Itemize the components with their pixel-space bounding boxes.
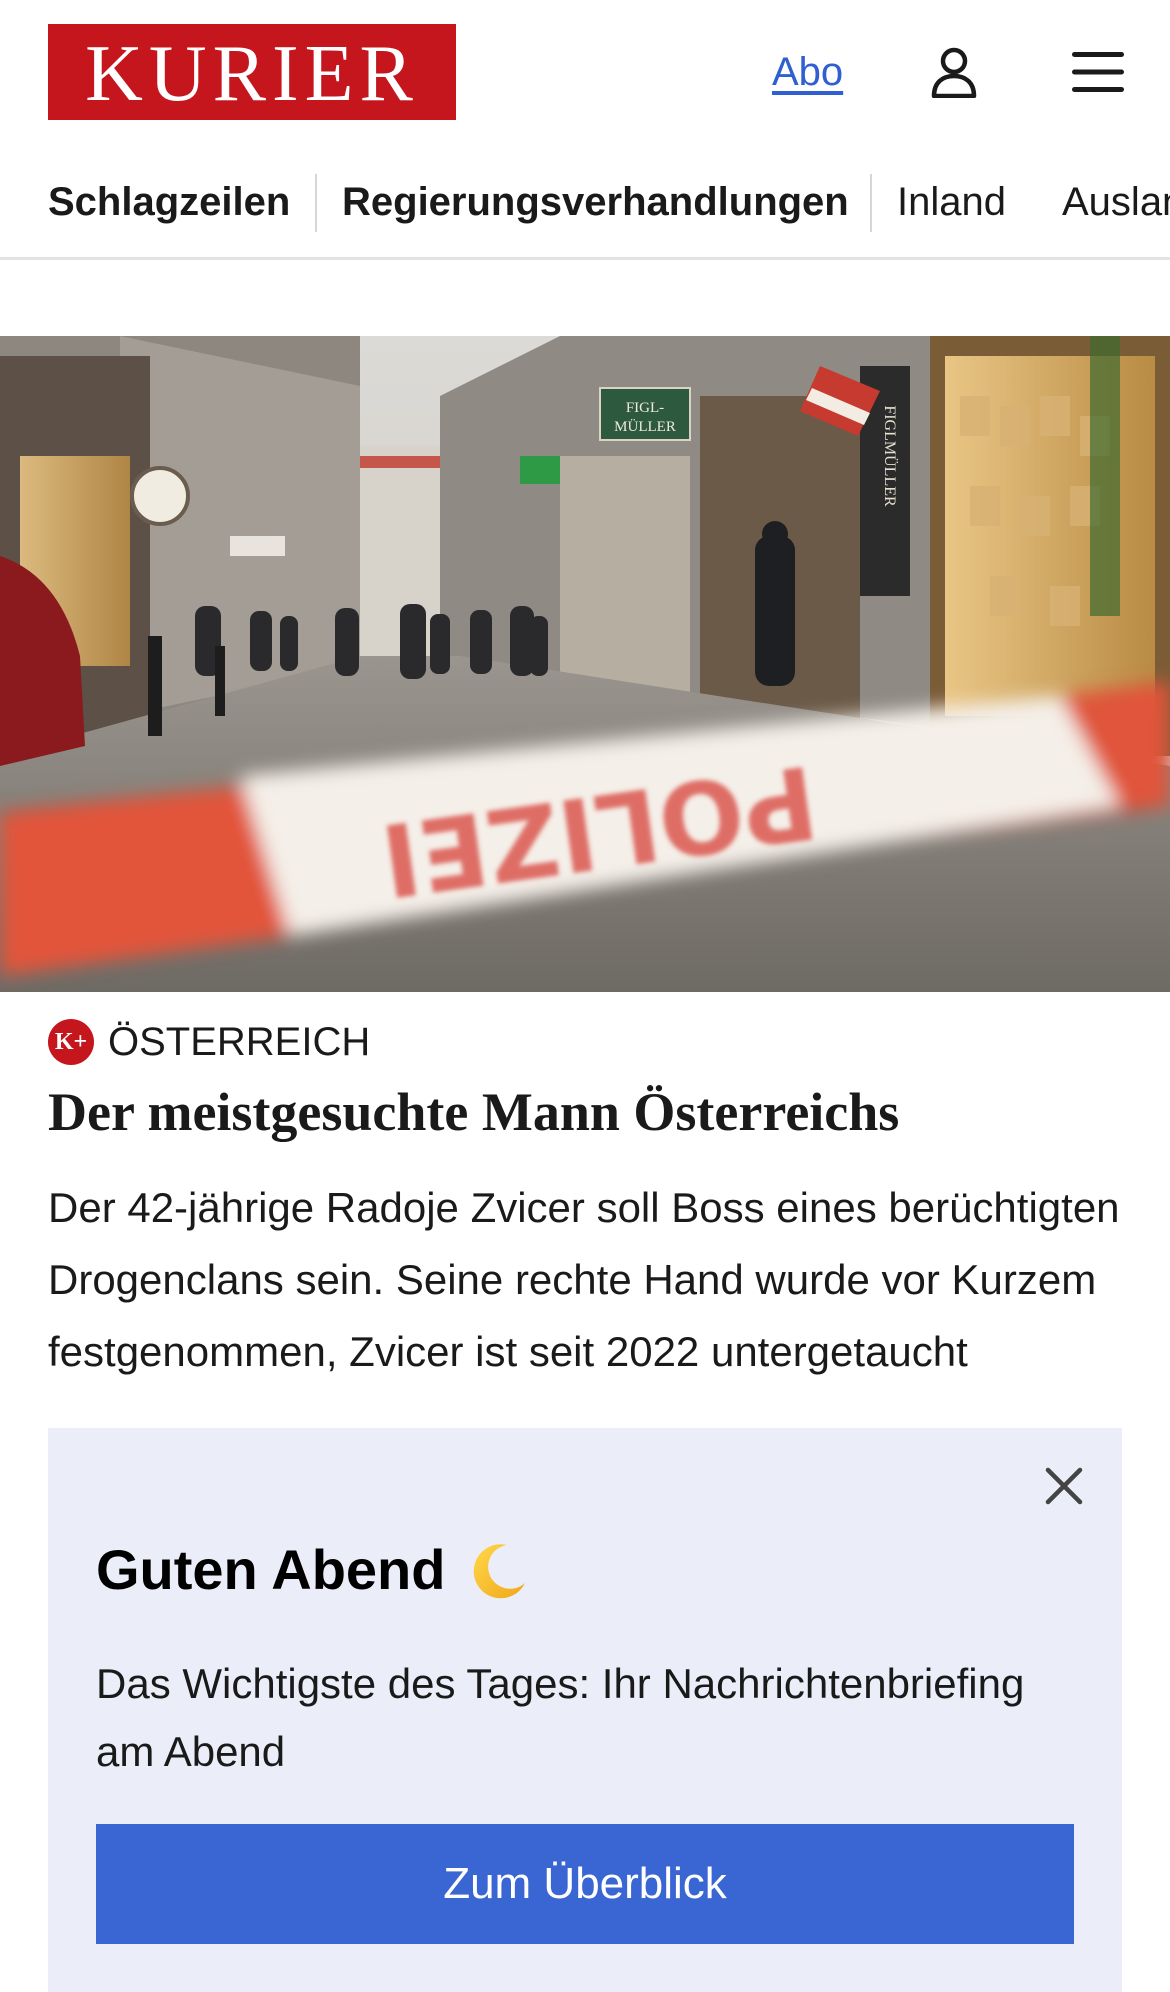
nav-item-ausland[interactable]: Ausland — [1062, 178, 1170, 226]
hamburger-menu-icon[interactable] — [1072, 50, 1124, 94]
svg-text:FIGL-: FIGL- — [626, 400, 664, 416]
svg-text:MÜLLER: MÜLLER — [614, 418, 676, 435]
nav-separator — [870, 174, 872, 232]
article-teaser[interactable]: Der 42-jährige Radoje Zvicer soll Boss e… — [48, 1172, 1122, 1388]
close-icon[interactable] — [1036, 1458, 1092, 1514]
article-kicker[interactable]: K+ ÖSTERREICH — [48, 1018, 370, 1066]
site-header: KURIER Abo — [0, 0, 1170, 150]
nav-item-schlagzeilen[interactable]: Schlagzeilen — [48, 178, 290, 226]
zum-ueberblick-button[interactable]: Zum Überblick — [96, 1824, 1074, 1944]
article-hero-image[interactable]: FIGL- MÜLLER FIGLMÜLLER POLIZEI — [0, 336, 1170, 992]
kicker-label: ÖSTERREICH — [108, 1020, 371, 1064]
nav-item-regierungsverhandlungen[interactable]: Regierungsverhandlungen — [342, 178, 849, 226]
evening-briefing-popup: Guten Abend Das Wichtigste des Tages: Ih… — [48, 1428, 1122, 1992]
hero-photo-illustration: FIGL- MÜLLER FIGLMÜLLER POLIZEI — [0, 336, 1170, 992]
page: KURIER Abo Schlagzeilen Regierungsverhan… — [0, 0, 1170, 1992]
nav-item-inland[interactable]: Inland — [897, 178, 1006, 226]
abo-link[interactable]: Abo — [772, 48, 843, 96]
article-headline[interactable]: Der meistgesuchte Mann Österreichs — [48, 1080, 1122, 1144]
section-nav: Schlagzeilen Regierungsverhandlungen Inl… — [0, 160, 1170, 260]
svg-text:FIGLMÜLLER: FIGLMÜLLER — [881, 405, 899, 507]
kurier-plus-badge-icon: K+ — [48, 1019, 94, 1065]
popup-title: Guten Abend — [96, 1536, 529, 1604]
nav-separator — [315, 174, 317, 232]
kurier-logo[interactable]: KURIER — [48, 24, 456, 120]
user-icon[interactable] — [930, 46, 978, 98]
popup-title-text: Guten Abend — [96, 1538, 446, 1601]
crescent-moon-icon — [474, 1544, 526, 1599]
popup-description: Das Wichtigste des Tages: Ihr Nachrichte… — [96, 1660, 1025, 1775]
